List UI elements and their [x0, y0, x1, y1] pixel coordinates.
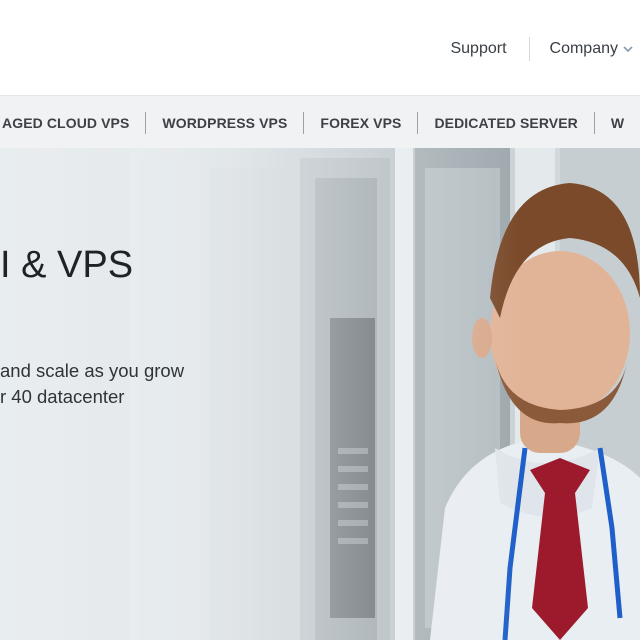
hero-subtitle: and scale as you grow r 40 datacenter — [0, 358, 184, 410]
product-menu-bar: AGED CLOUD VPS WORDPRESS VPS FOREX VPS D… — [0, 95, 640, 149]
menu-item-managed-cloud-vps[interactable]: AGED CLOUD VPS — [0, 115, 145, 131]
nav-divider — [528, 37, 530, 61]
hero-title: I & VPS — [0, 244, 134, 286]
menu-item-wordpress-vps[interactable]: WORDPRESS VPS — [146, 115, 303, 131]
top-header: Support Company — [0, 0, 640, 95]
menu-item-dedicated-server[interactable]: DEDICATED SERVER — [418, 115, 593, 131]
menu-item-more[interactable]: W — [595, 115, 640, 131]
hero-banner: I & VPS and scale as you grow r 40 datac… — [0, 148, 640, 640]
top-nav: Support Company — [450, 36, 640, 62]
hero-subtitle-line-1: and scale as you grow — [0, 360, 185, 381]
chevron-down-icon — [623, 46, 633, 53]
company-menu[interactable]: Company — [550, 40, 640, 58]
product-menu: AGED CLOUD VPS WORDPRESS VPS FOREX VPS D… — [0, 96, 640, 149]
company-label: Company — [549, 40, 618, 57]
menu-item-forex-vps[interactable]: FOREX VPS — [304, 115, 417, 131]
hero-subtitle-line-2: r 40 datacenter — [0, 386, 125, 407]
support-link[interactable]: Support — [450, 40, 506, 58]
